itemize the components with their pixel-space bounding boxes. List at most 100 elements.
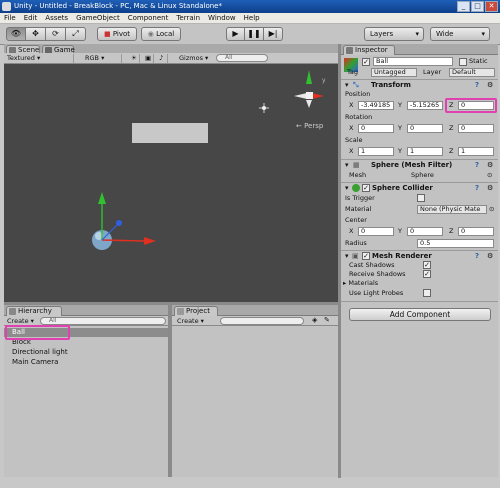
material-field[interactable]: None (Physic Mate [417,205,487,214]
help-icon[interactable]: ? [475,183,479,193]
object-picker-icon[interactable]: ⊙ [487,171,492,180]
mesh-filter-header[interactable]: ▾ ▦ Sphere (Mesh Filter) ? ⚙ [341,159,498,170]
center-z-label: Z [449,227,454,235]
layers-dropdown[interactable]: Layers ▾ [364,27,424,41]
maximize-button[interactable]: □ [471,1,484,12]
menu-window[interactable]: Window [208,13,236,23]
expand-arrow-icon: ▾ [345,161,349,169]
menu-assets[interactable]: Assets [45,13,68,23]
hierarchy-create-button[interactable]: Create ▾ [7,317,34,325]
tag-filter-icon[interactable]: ✎ [324,316,330,324]
step-button[interactable]: ▶| [264,27,283,41]
menu-edit[interactable]: Edit [24,13,38,23]
mesh-renderer-title: Mesh Renderer [372,252,432,260]
add-component-button[interactable]: Add Component [349,308,491,321]
active-checkbox[interactable]: ✓ [362,58,370,66]
project-create-button[interactable]: Create ▾ [177,317,204,325]
light-probes-checkbox[interactable] [423,289,431,297]
hand-tool-icon[interactable]: 👁 [6,27,26,41]
component-settings-icon[interactable]: ⚙ [487,80,493,90]
center-x-field[interactable]: 0 [358,227,394,236]
center-y-field[interactable]: 0 [407,227,443,236]
layout-dropdown[interactable]: Wide ▾ [430,27,490,41]
hierarchy-item-main-camera[interactable]: Main Camera [4,358,168,367]
tab-hierarchy[interactable]: Hierarchy [6,306,62,316]
scale-tool-icon[interactable]: ⤢ [66,27,86,41]
hierarchy-search-input[interactable]: All [40,317,166,325]
sphere-collider-enabled-checkbox[interactable]: ✓ [362,184,370,192]
scene-search-input[interactable]: All [216,54,268,62]
gizmos-dropdown[interactable]: Gizmos ▾ [176,54,214,63]
rotation-z-field[interactable]: 0 [458,124,494,133]
scale-z-label: Z [449,147,454,155]
rotate-tool-icon[interactable]: ⟳ [46,27,66,41]
expand-arrow-icon: ▾ [345,184,349,192]
component-settings-icon[interactable]: ⚙ [487,160,493,170]
project-search-input[interactable] [220,317,304,325]
tab-inspector[interactable]: Inspector [343,45,395,55]
scene-view[interactable]: y ← Persp [4,64,338,302]
label-filter-icon[interactable]: ◈ [312,316,317,324]
receive-shadows-checkbox[interactable]: ✓ [423,270,431,278]
mesh-renderer-enabled-checkbox[interactable]: ✓ [362,252,370,260]
help-icon[interactable]: ? [475,80,479,90]
play-button[interactable]: ▶ [226,27,245,41]
material-label: Material [345,205,372,213]
menu-file[interactable]: File [4,13,16,23]
hierarchy-search-placeholder: All [49,317,57,324]
minimize-button[interactable]: _ [457,1,470,12]
tag-dropdown[interactable]: Untagged [371,68,417,77]
materials-expander[interactable]: ▸ Materials [343,279,378,288]
block-object[interactable] [132,123,208,143]
position-x-field[interactable]: -3.49185 [358,101,394,110]
image-toggle-icon[interactable]: ▣ [142,54,154,63]
materials-label: Materials [348,279,379,287]
is-trigger-checkbox[interactable] [417,194,425,202]
menu-terrain[interactable]: Terrain [176,13,200,23]
radius-field[interactable]: 0.5 [417,239,494,248]
tab-project[interactable]: Project [174,306,218,316]
rotation-y-field[interactable]: 0 [407,124,443,133]
pause-button[interactable]: ❚❚ [245,27,264,41]
mesh-renderer-header[interactable]: ▾ ▣ ✓ Mesh Renderer ? ⚙ [341,250,498,261]
center-z-field[interactable]: 0 [458,227,494,236]
lighting-toggle-icon[interactable]: ☀ [128,54,140,63]
menu-gameobject[interactable]: GameObject [76,13,120,23]
layer-dropdown[interactable]: Default [449,68,495,77]
object-name-field[interactable]: Ball [373,57,453,66]
menu-component[interactable]: Component [128,13,169,23]
scale-z-field[interactable]: 1 [458,147,494,156]
shading-dropdown[interactable]: Textured ▾ [4,54,74,63]
scene-control-bar: Textured ▾ RGB ▾ ☀ ▣ ♪ Gizmos ▾ All [4,53,338,64]
scale-y-field[interactable]: 1 [407,147,443,156]
mesh-value[interactable]: Sphere [411,171,434,180]
rotation-x-field[interactable]: 0 [358,124,394,133]
render-mode-dropdown[interactable]: RGB ▾ [82,54,122,63]
persp-label[interactable]: ← Persp [296,122,323,130]
rot-x-label: X [349,124,354,132]
center-y-label: Y [398,227,402,235]
move-tool-icon[interactable]: ✥ [26,27,46,41]
component-settings-icon[interactable]: ⚙ [487,183,493,193]
menu-help[interactable]: Help [244,13,260,23]
static-checkbox[interactable] [459,58,467,66]
transform-header[interactable]: ▾ ⤡ Transform ? ⚙ [341,79,498,90]
scale-x-field[interactable]: 1 [358,147,394,156]
pos-x-label: X [349,101,354,109]
audio-toggle-icon[interactable]: ♪ [156,54,168,63]
position-y-field[interactable]: -5.15265 [407,101,443,110]
sphere-collider-header[interactable]: ▾ ✓ Sphere Collider ? ⚙ [341,182,498,193]
local-toggle[interactable]: ◉ Local [141,27,181,41]
hierarchy-item-directional-light[interactable]: Directional light [4,348,168,357]
radius-label: Radius [345,239,367,247]
help-icon[interactable]: ? [475,251,479,261]
cast-shadows-checkbox[interactable]: ✓ [423,261,431,269]
close-button[interactable]: ✕ [485,1,498,12]
pivot-label: Pivot [112,30,131,38]
pivot-toggle[interactable]: ■ Pivot [97,27,137,41]
project-icon [177,308,184,315]
component-settings-icon[interactable]: ⚙ [487,251,493,261]
object-picker-icon[interactable]: ⊙ [489,205,494,214]
help-icon[interactable]: ? [475,160,479,170]
orientation-gizmo[interactable] [294,70,324,108]
